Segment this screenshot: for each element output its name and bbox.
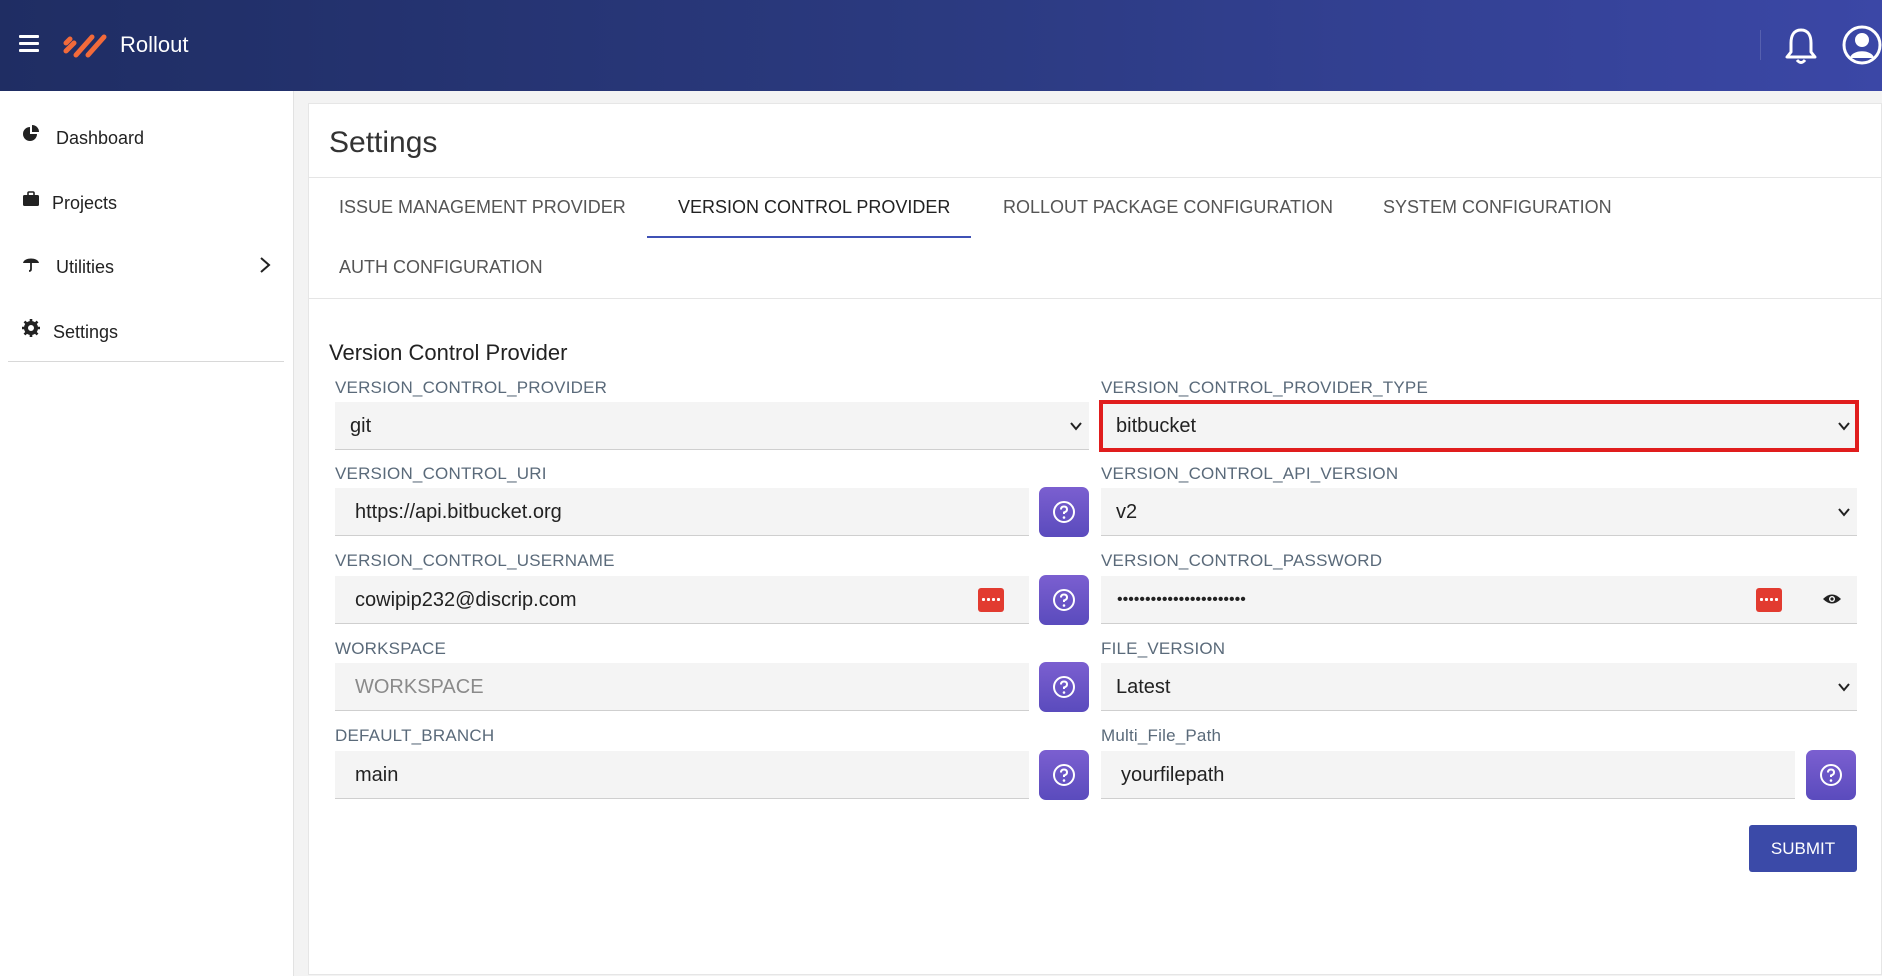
pie-chart-icon: [23, 125, 39, 141]
app-brand: Rollout: [120, 32, 189, 57]
help-button[interactable]: [1039, 487, 1089, 537]
user-avatar-icon[interactable]: [1842, 25, 1882, 65]
chevron-down-icon: [1838, 508, 1850, 517]
input-value: main: [355, 764, 399, 786]
version-control-provider-type-select[interactable]: bitbucket: [1099, 400, 1859, 452]
field-label: VERSION_CONTROL_URI: [335, 464, 547, 483]
section-title: Version Control Provider: [329, 340, 568, 365]
sidebar: Dashboard Projects Utilities Settings: [0, 91, 294, 976]
page-title: Settings: [329, 126, 438, 159]
input-placeholder: WORKSPACE: [355, 676, 484, 698]
input-value: https://api.bitbucket.org: [355, 501, 562, 523]
toolbar-divider: [1760, 30, 1761, 60]
input-value: yourfilepath: [1121, 764, 1225, 786]
sidebar-item-label: Settings: [53, 322, 119, 342]
multi-file-path-input[interactable]: yourfilepath: [1101, 751, 1795, 799]
gear-icon: [22, 319, 40, 337]
briefcase-icon: [23, 191, 39, 206]
help-button[interactable]: [1039, 662, 1089, 712]
active-tab-indicator: [647, 236, 971, 238]
chevron-down-icon: [1838, 683, 1850, 692]
umbrella-icon: [23, 258, 39, 272]
tab-issue-management-provider[interactable]: ISSUE MANAGEMENT PROVIDER: [339, 177, 626, 237]
sidebar-item-utilities[interactable]: Utilities: [0, 240, 294, 290]
field-label: FILE_VERSION: [1101, 639, 1226, 658]
chevron-right-icon: [260, 257, 271, 273]
tab-auth-configuration[interactable]: AUTH CONFIGURATION: [339, 237, 543, 297]
field-label: VERSION_CONTROL_USERNAME: [335, 551, 615, 570]
notifications-bell-icon[interactable]: [1783, 26, 1819, 66]
top-app-bar: Rollout: [0, 0, 1882, 91]
version-control-provider-select[interactable]: git: [335, 402, 1089, 450]
tab-version-control-provider[interactable]: VERSION CONTROL PROVIDER: [678, 177, 950, 237]
file-version-select[interactable]: Latest: [1101, 663, 1857, 711]
select-value: Latest: [1116, 676, 1171, 698]
field-label: VERSION_CONTROL_PASSWORD: [1101, 551, 1383, 570]
version-control-username-input[interactable]: cowipip232@discrip.com: [335, 576, 1029, 624]
menu-icon[interactable]: [19, 35, 39, 53]
sidebar-item-label: Dashboard: [56, 128, 145, 148]
chevron-down-icon: [1838, 422, 1850, 431]
version-control-api-version-select[interactable]: v2: [1101, 488, 1857, 536]
password-manager-icon[interactable]: [1756, 588, 1782, 612]
help-icon: [1053, 764, 1075, 786]
select-value: v2: [1116, 501, 1138, 523]
sidebar-item-settings[interactable]: Settings: [0, 305, 294, 355]
default-branch-input[interactable]: main: [335, 751, 1029, 799]
field-label: DEFAULT_BRANCH: [335, 726, 495, 745]
rollout-logo: [63, 34, 107, 58]
field-label: VERSION_CONTROL_API_VERSION: [1101, 464, 1399, 483]
help-button[interactable]: [1806, 750, 1856, 800]
show-password-eye-icon[interactable]: [1822, 591, 1842, 607]
select-value: git: [350, 415, 372, 437]
tab-system-configuration[interactable]: SYSTEM CONFIGURATION: [1383, 177, 1612, 237]
version-control-uri-input[interactable]: https://api.bitbucket.org: [335, 488, 1029, 536]
settings-card: Settings ISSUE MANAGEMENT PROVIDER VERSI…: [308, 103, 1882, 975]
field-label: VERSION_CONTROL_PROVIDER: [335, 378, 608, 397]
tab-rollout-package-configuration[interactable]: ROLLOUT PACKAGE CONFIGURATION: [1003, 177, 1333, 237]
select-value: bitbucket: [1116, 415, 1197, 437]
help-icon: [1820, 764, 1842, 786]
help-button[interactable]: [1039, 575, 1089, 625]
sidebar-item-dashboard[interactable]: Dashboard: [0, 111, 294, 161]
sidebar-item-label: Utilities: [56, 257, 115, 277]
sidebar-divider: [8, 361, 284, 362]
field-label: Multi_File_Path: [1101, 726, 1222, 745]
tabs-divider: [309, 298, 1882, 299]
help-icon: [1053, 676, 1075, 698]
help-button[interactable]: [1039, 750, 1089, 800]
password-manager-icon[interactable]: [978, 588, 1004, 612]
workspace-input[interactable]: WORKSPACE: [335, 663, 1029, 711]
input-value: cowipip232@discrip.com: [355, 589, 577, 611]
input-value: •••••••••••••••••••••••: [1117, 591, 1246, 608]
chevron-down-icon: [1070, 422, 1082, 431]
version-control-password-input[interactable]: •••••••••••••••••••••••: [1101, 576, 1857, 624]
submit-button[interactable]: SUBMIT: [1749, 825, 1857, 872]
field-label: VERSION_CONTROL_PROVIDER_TYPE: [1101, 378, 1428, 397]
sidebar-item-projects[interactable]: Projects: [0, 176, 294, 226]
field-label: WORKSPACE: [335, 639, 447, 658]
help-icon: [1053, 589, 1075, 611]
help-icon: [1053, 501, 1075, 523]
sidebar-item-label: Projects: [52, 193, 118, 213]
